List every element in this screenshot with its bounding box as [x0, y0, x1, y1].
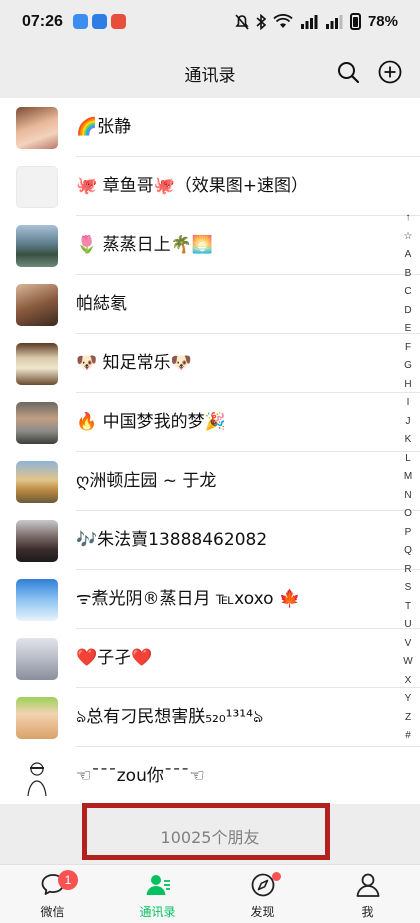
contact-name: 帕綕氡 — [76, 294, 127, 314]
avatar — [16, 520, 58, 562]
tab-label: 发现 — [250, 905, 275, 919]
avatar — [16, 166, 58, 208]
mute-icon — [235, 13, 249, 30]
alphabet-index[interactable]: ↑ ☆ A B C D E F G H I J K L M N O P Q R S T U V W X Y Z # — [398, 209, 418, 746]
contact-row[interactable]: ღ洲顿庄园 ~ 于龙 — [0, 452, 420, 511]
app-notification-icon — [73, 14, 88, 29]
index-letter[interactable]: A — [398, 246, 418, 265]
nav-bar: 通讯录 — [0, 46, 420, 98]
contact-row[interactable]: ❤️子孑❤️ — [0, 629, 420, 688]
index-letter[interactable]: L — [398, 450, 418, 469]
contact-name: 🌷 蒸蒸日上🌴🌅 — [76, 235, 213, 255]
index-letter[interactable]: F — [398, 339, 418, 358]
index-letter[interactable]: D — [398, 302, 418, 321]
contact-name: ❤️子孑❤️ — [76, 648, 153, 668]
avatar — [16, 579, 58, 621]
index-letter[interactable]: # — [398, 727, 418, 746]
contact-name: ღ洲顿庄园 ~ 于龙 — [76, 471, 217, 491]
index-letter[interactable]: ☆ — [398, 228, 418, 247]
contact-row[interactable]: 帕綕氡 — [0, 275, 420, 334]
index-letter[interactable]: N — [398, 487, 418, 506]
bluetooth-icon — [256, 13, 266, 30]
contact-name: ☜ˉˉˉzou你ˉˉˉ☜ — [76, 766, 205, 786]
tab-chats[interactable]: 1 微信 — [0, 865, 105, 923]
avatar — [16, 638, 58, 680]
tab-label: 通讯录 — [139, 905, 176, 919]
battery-percent: 78% — [367, 13, 398, 30]
index-letter[interactable]: P — [398, 524, 418, 543]
index-letter[interactable]: I — [398, 394, 418, 413]
index-letter[interactable]: J — [398, 413, 418, 432]
contact-name: ᯤ煮光阴®蒸日月 ℡xoxo 🍁 — [76, 589, 301, 609]
contact-row[interactable]: 🎶朱法賣13888462082 — [0, 511, 420, 570]
tab-label: 微信 — [40, 905, 65, 919]
avatar — [16, 402, 58, 444]
status-time: 07:26 — [22, 13, 63, 30]
app-notification-icon — [92, 14, 107, 29]
person-icon — [356, 873, 380, 897]
contact-row[interactable]: ঌ总有刁民想害朕₅₂₀¹³¹⁴ঌ — [0, 688, 420, 747]
index-letter[interactable]: Z — [398, 709, 418, 728]
signal-icon — [325, 15, 343, 29]
index-letter[interactable]: U — [398, 616, 418, 635]
index-letter[interactable]: H — [398, 376, 418, 395]
contact-row[interactable]: ☜ˉˉˉzou你ˉˉˉ☜ — [0, 747, 420, 806]
status-bar: 07:26 78% — [0, 0, 420, 46]
contact-row[interactable]: 🔥 中国梦我的梦🎉 — [0, 393, 420, 452]
tab-bar: 1 微信 通讯录 发现 我 — [0, 864, 420, 923]
contact-row[interactable]: ᯤ煮光阴®蒸日月 ℡xoxo 🍁 — [0, 570, 420, 629]
avatar — [16, 756, 58, 798]
tab-label: 我 — [361, 905, 374, 919]
contact-list: 🌈张静 🐙 章鱼哥🐙（效果图+速图） 🌷 蒸蒸日上🌴🌅 帕綕氡 🐶 知足常乐🐶 … — [0, 98, 420, 804]
index-letter[interactable]: ↑ — [398, 209, 418, 228]
contact-row[interactable]: 🌷 蒸蒸日上🌴🌅 — [0, 216, 420, 275]
index-letter[interactable]: C — [398, 283, 418, 302]
app-notification-icon — [111, 14, 126, 29]
tab-me[interactable]: 我 — [315, 865, 420, 923]
highlight-box — [82, 803, 330, 860]
tab-discover[interactable]: 发现 — [210, 865, 315, 923]
index-letter[interactable]: V — [398, 635, 418, 654]
battery-icon — [349, 13, 361, 30]
contact-name: 🎶朱法賣13888462082 — [76, 530, 268, 550]
index-letter[interactable]: O — [398, 505, 418, 524]
index-letter[interactable]: X — [398, 672, 418, 691]
avatar — [16, 461, 58, 503]
index-letter[interactable]: G — [398, 357, 418, 376]
add-icon[interactable] — [378, 60, 402, 84]
contacts-icon — [146, 875, 170, 895]
sketch-avatar-icon — [27, 762, 47, 797]
avatar — [16, 284, 58, 326]
contact-name: 🐶 知足常乐🐶 — [76, 353, 192, 373]
contact-name: 🐙 章鱼哥🐙（效果图+速图） — [76, 176, 308, 196]
tab-contacts[interactable]: 通讯录 — [105, 865, 210, 923]
contact-row[interactable]: 🌈张静 — [0, 98, 420, 157]
wifi-icon — [273, 14, 293, 28]
search-icon[interactable] — [337, 61, 359, 83]
contact-row[interactable]: 🐶 知足常乐🐶 — [0, 334, 420, 393]
index-letter[interactable]: Q — [398, 542, 418, 561]
contact-name: 🌈张静 — [76, 117, 132, 137]
contact-name: 🔥 中国梦我的梦🎉 — [76, 412, 226, 432]
index-letter[interactable]: R — [398, 561, 418, 580]
status-indicators: 78% — [235, 13, 398, 30]
discover-notification-dot — [272, 872, 281, 881]
contact-name: ঌ总有刁民想害朕₅₂₀¹³¹⁴ঌ — [76, 707, 264, 727]
index-letter[interactable]: K — [398, 431, 418, 450]
index-letter[interactable]: M — [398, 468, 418, 487]
index-letter[interactable]: E — [398, 320, 418, 339]
avatar — [16, 107, 58, 149]
index-letter[interactable]: B — [398, 265, 418, 284]
index-letter[interactable]: W — [398, 653, 418, 672]
index-letter[interactable]: T — [398, 598, 418, 617]
unread-badge: 1 — [58, 870, 78, 890]
avatar — [16, 225, 58, 267]
signal-icon — [300, 15, 318, 29]
avatar — [16, 343, 58, 385]
avatar — [16, 697, 58, 739]
contact-row[interactable]: 🐙 章鱼哥🐙（效果图+速图） — [0, 157, 420, 216]
index-letter[interactable]: Y — [398, 690, 418, 709]
index-letter[interactable]: S — [398, 579, 418, 598]
